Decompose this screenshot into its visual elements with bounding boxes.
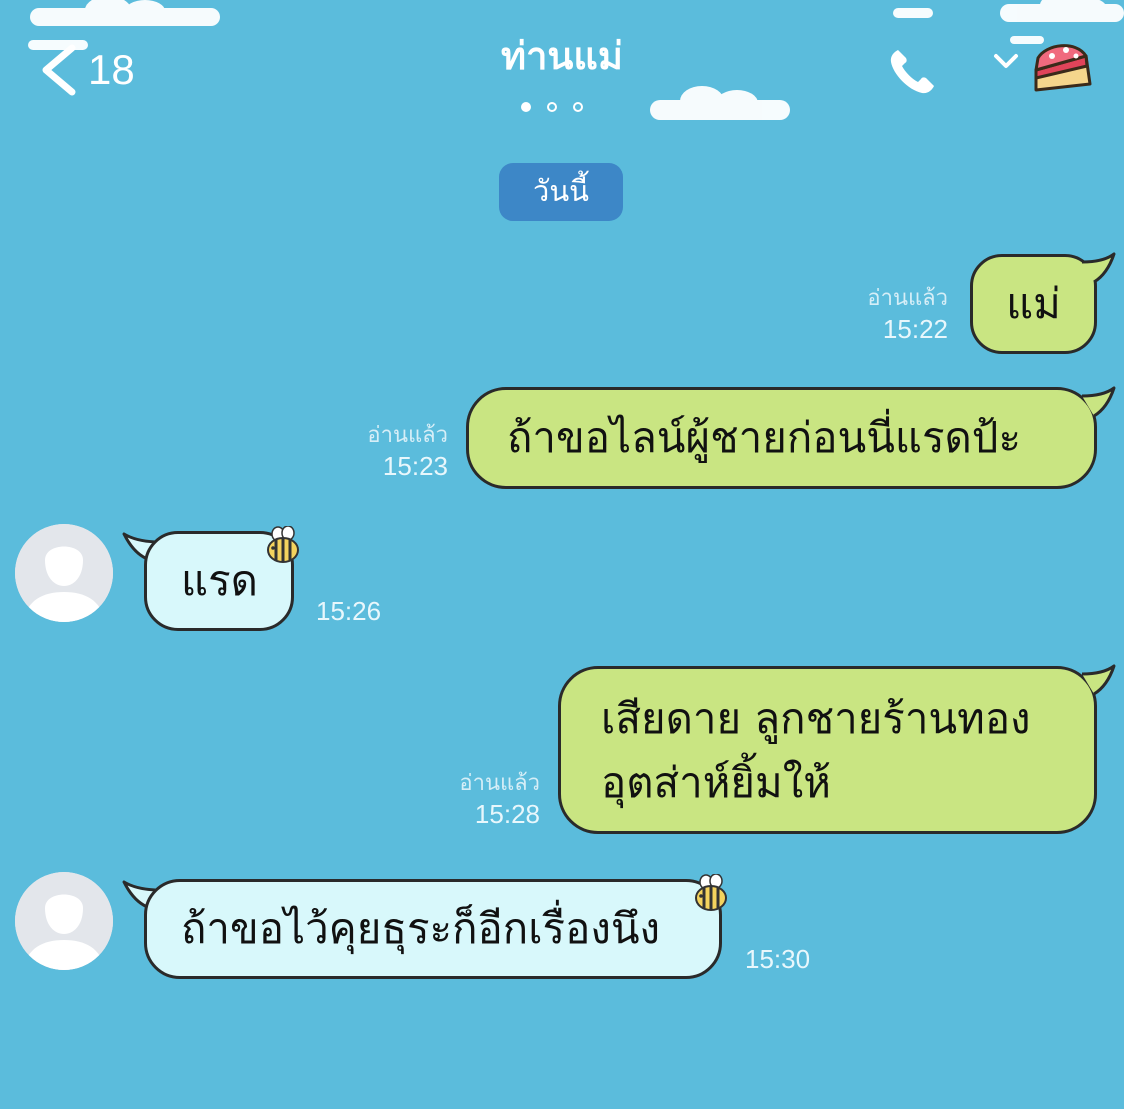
message-bubble-incoming[interactable]: ถ้าขอไว้คุยธุระก็อีกเรื่องนึง — [144, 879, 722, 979]
page-dot[interactable] — [573, 102, 583, 112]
back-button[interactable]: 18 — [34, 40, 135, 100]
bubble-tail — [1081, 664, 1116, 696]
chat-header: 18 ท่านแม่ — [0, 0, 1124, 140]
bubble-tail — [1081, 386, 1116, 418]
read-receipt: อ่านแล้ว — [867, 285, 948, 310]
message-text-line: อุตส่าห์ยิ้มให้ — [601, 758, 831, 807]
chat-title: ท่านแม่ — [501, 34, 623, 78]
avatar[interactable] — [15, 524, 113, 622]
bee-icon — [695, 874, 727, 911]
default-user-icon — [15, 872, 113, 970]
message-time: 15:23 — [382, 451, 448, 481]
message-time: 15:30 — [745, 944, 811, 974]
message-bubble-outgoing[interactable]: เสียดาย ลูกชายร้านทอง อุตส่าห์ยิ้มให้ — [558, 666, 1097, 834]
read-receipt: อ่านแล้ว — [367, 422, 448, 447]
bubble-tail — [1081, 252, 1116, 284]
avatar[interactable] — [15, 872, 113, 970]
call-button[interactable] — [886, 44, 940, 98]
message-meta: อ่านแล้ว 15:28 — [420, 768, 540, 830]
message-bubble-outgoing[interactable]: ถ้าขอไลน์ผู้ชายก่อนนี่แรดป้ะ — [466, 387, 1097, 489]
message-text: แม่ — [1006, 279, 1061, 328]
message-time: 15:28 — [474, 799, 540, 829]
message-meta: อ่านแล้ว 15:22 — [828, 283, 948, 345]
cake-slice-icon — [1034, 44, 1092, 92]
page-dot[interactable] — [521, 102, 531, 112]
message-time: 15:22 — [882, 314, 948, 344]
unread-count: 18 — [88, 46, 135, 93]
message-time: 15:26 — [316, 596, 382, 626]
message-text: ถ้าขอไลน์ผู้ชายก่อนนี่แรดป้ะ — [507, 413, 1022, 462]
date-chip: วันนี้ — [499, 163, 623, 221]
bee-icon — [267, 526, 299, 563]
message-text: ถ้าขอไว้คุยธุระก็อีกเรื่องนึง — [181, 904, 661, 953]
page-dot[interactable] — [547, 102, 557, 112]
message-bubble-outgoing[interactable]: แม่ — [970, 254, 1097, 354]
phone-icon — [890, 50, 934, 94]
message-text-line: เสียดาย ลูกชายร้านทอง — [601, 694, 1031, 743]
read-receipt: อ่านแล้ว — [459, 770, 540, 795]
default-user-icon — [15, 524, 113, 622]
chevron-down-icon — [994, 44, 1092, 92]
menu-button[interactable] — [986, 36, 1096, 100]
message-meta: อ่านแล้ว 15:23 — [328, 420, 448, 482]
page-indicator — [521, 102, 583, 112]
chevron-left-icon — [42, 44, 76, 96]
message-text: แรด — [181, 556, 258, 605]
